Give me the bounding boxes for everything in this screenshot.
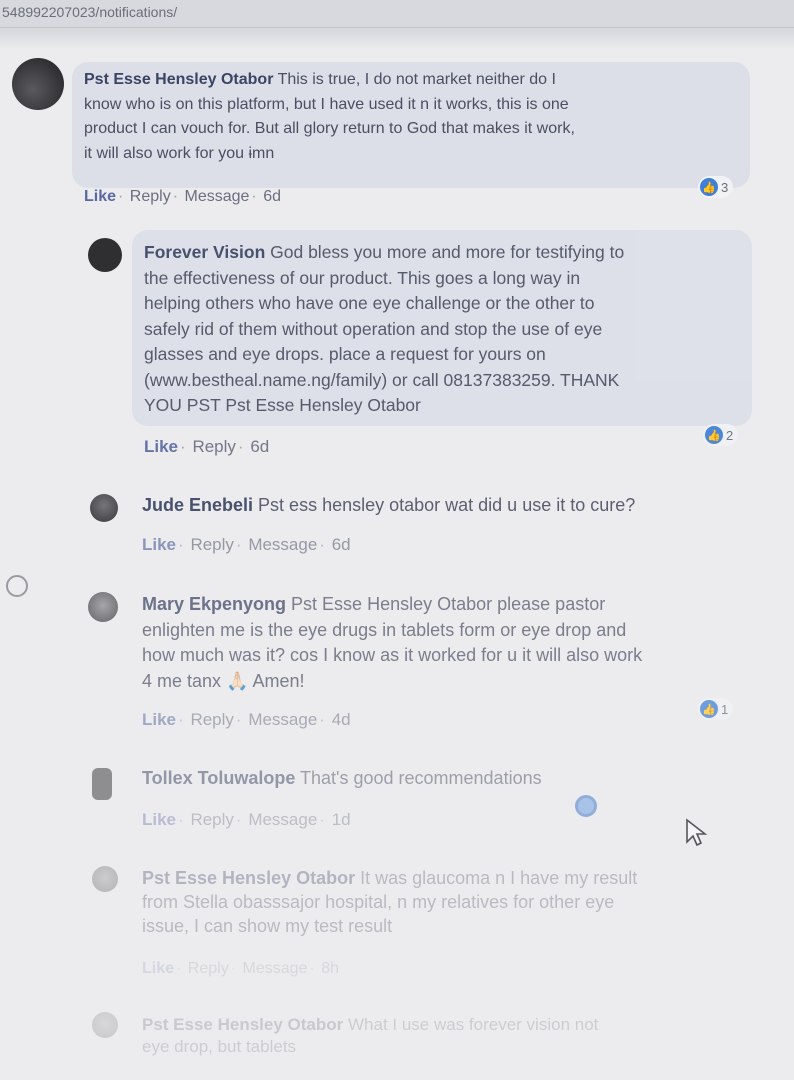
comment-author[interactable]: Pst Esse Hensley Otabor	[142, 1015, 343, 1034]
comment-text-line: That's good recommendations	[295, 768, 542, 788]
comment-bubble: Pst Esse Hensley Otabor This is true, I …	[72, 62, 750, 188]
reply-button[interactable]: Reply	[190, 810, 233, 829]
comment-body: Mary Ekpenyong Pst Esse Hensley Otabor p…	[142, 592, 742, 694]
comment-text-line: This is true, I do not market neither do…	[273, 71, 556, 88]
comment-author[interactable]: Pst Esse Hensley Otabor	[84, 71, 273, 88]
comment-text-line: it will also work for you ɨmn	[84, 144, 275, 162]
comment-author[interactable]: Jude Enebeli	[142, 495, 253, 515]
comment-text-line: glasses and eye drops. place a request f…	[144, 344, 546, 364]
comment-text-line: What I use was forever vision not	[343, 1015, 599, 1034]
comment-author[interactable]: Forever Vision	[144, 242, 265, 262]
like-reaction-icon: 👍	[700, 178, 718, 196]
timestamp[interactable]: 1d	[332, 810, 351, 829]
avatar[interactable]	[92, 768, 112, 800]
notifications-page: 548992207023/notifications/ Pst Esse Hen…	[0, 0, 794, 1080]
comment-author[interactable]: Pst Esse Hensley Otabor	[142, 868, 355, 888]
comment-text-line: from Stella obasssajor hospital, n my re…	[142, 892, 615, 912]
message-button[interactable]: Message	[184, 188, 249, 205]
like-button[interactable]: Like	[142, 710, 176, 729]
reply-button[interactable]: Reply	[190, 535, 233, 554]
comment-body: Jude Enebeli Pst ess hensley otabor wat …	[142, 493, 762, 518]
comment-text-line: It was glaucoma n I have my result	[355, 868, 638, 888]
like-button[interactable]: Like	[84, 188, 116, 205]
address-url: 548992207023/notifications/	[2, 4, 178, 20]
reply-button[interactable]: Reply	[188, 960, 229, 977]
comment-body: Pst Esse Hensley Otabor It was glaucoma …	[142, 866, 742, 938]
comment-text-line: God bless you more and more for testifyi…	[265, 242, 625, 262]
comment-text-line: Pst ess hensley otabor wat did u use it …	[253, 495, 636, 515]
comment-text-line: how much was it? cos I know as it worked…	[142, 645, 643, 665]
reaction-count[interactable]: 👍 2	[703, 424, 739, 446]
comment-text-line: Pst Esse Hensley Otabor please pastor	[286, 594, 606, 614]
mouse-cursor-icon	[686, 818, 708, 847]
reply-button[interactable]: Reply	[192, 437, 235, 456]
comment-text-line: 4 me tanx 🙏🏻 Amen!	[142, 670, 305, 691]
comment-text-line: YOU PST Pst Esse Hensley Otabor	[144, 395, 421, 415]
comment-actions: Like · Reply · Message · 1d	[142, 810, 351, 829]
like-button[interactable]: Like	[142, 535, 176, 554]
avatar[interactable]	[90, 494, 118, 522]
like-reaction-icon: 👍	[705, 426, 723, 444]
reaction-number: 2	[726, 427, 734, 443]
comment-body: Tollex Toluwalope That's good recommenda…	[142, 766, 742, 791]
reaction-number: 3	[721, 179, 729, 195]
comment-text-line: (www.bestheal.name.ng/family) or call 08…	[144, 369, 620, 390]
comment-actions: Like · Reply · Message · 6d	[142, 535, 351, 554]
like-reaction-icon: 👍	[700, 700, 718, 718]
header-shadow	[0, 28, 794, 50]
reply-button[interactable]: Reply	[130, 188, 171, 205]
address-bar[interactable]: 548992207023/notifications/	[0, 0, 794, 28]
comment-actions: Like · Reply · 6d	[144, 437, 270, 456]
message-button[interactable]: Message	[248, 535, 317, 554]
comment-body: Pst Esse Hensley Otabor What I use was f…	[142, 1014, 742, 1058]
timestamp[interactable]: 6d	[263, 188, 281, 205]
comment-text-line: helping others who have one eye challeng…	[144, 293, 595, 313]
reaction-number: 1	[721, 701, 729, 717]
comment-actions: Like · Reply · Message · 4d	[142, 710, 351, 729]
timestamp[interactable]: 6d	[332, 535, 351, 554]
reply-button[interactable]: Reply	[190, 710, 233, 729]
comment-text-line: eye drop, but tablets	[142, 1037, 297, 1056]
message-button[interactable]: Message	[248, 810, 317, 829]
like-button[interactable]: Like	[144, 437, 178, 456]
comment-author[interactable]: Mary Ekpenyong	[142, 594, 286, 614]
avatar[interactable]	[92, 866, 118, 892]
avatar[interactable]	[12, 58, 64, 110]
timestamp[interactable]: 6d	[250, 437, 269, 456]
radio-circle-icon	[6, 575, 28, 597]
comment-text-line: the effectiveness of our product. This g…	[144, 267, 581, 288]
comment-text-line: issue, I can show my test result	[142, 916, 393, 936]
comment-text-line: safely rid of them without operation and…	[144, 318, 603, 339]
message-button[interactable]: Message	[242, 960, 307, 977]
reaction-count[interactable]: 👍 1	[698, 698, 734, 720]
comment-actions: Like · Reply · Message · 8h	[142, 960, 339, 977]
comment-bubble: Forever Vision God bless you more and mo…	[132, 230, 752, 426]
like-button[interactable]: Like	[142, 810, 176, 829]
timestamp[interactable]: 4d	[332, 710, 351, 729]
comment-actions: Like · Reply · Message · 6d	[84, 188, 281, 205]
avatar[interactable]	[88, 592, 118, 622]
reaction-count[interactable]: 👍 3	[698, 176, 734, 198]
avatar[interactable]	[92, 1012, 118, 1038]
like-button[interactable]: Like	[142, 960, 174, 977]
message-button[interactable]: Message	[248, 710, 317, 729]
timestamp[interactable]: 8h	[321, 960, 339, 977]
avatar[interactable]	[88, 238, 122, 272]
comment-text-line: enlighten me is the eye drugs in tablets…	[142, 619, 627, 640]
comment-text-line: product I can vouch for. But all glory r…	[84, 120, 575, 137]
comment-text-line: know who is on this platform, but I have…	[84, 95, 569, 113]
loading-spinner-icon	[575, 795, 597, 817]
comment-author[interactable]: Tollex Toluwalope	[142, 768, 295, 788]
